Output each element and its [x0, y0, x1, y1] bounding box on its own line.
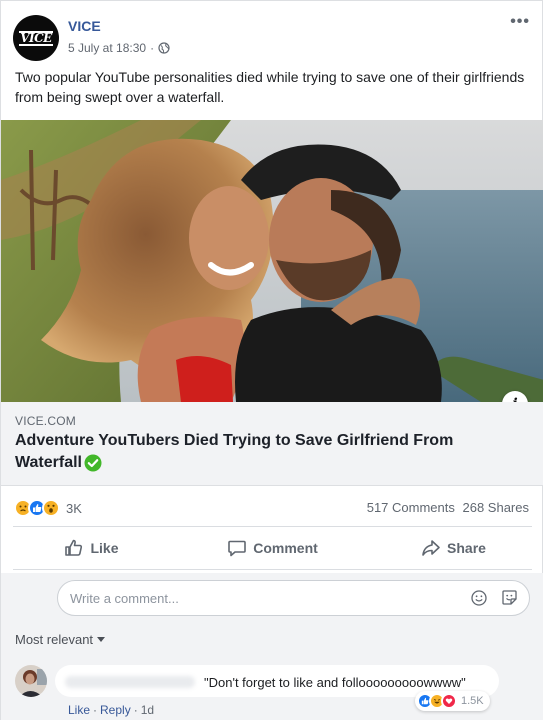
comment-actions: Like · Reply · 1d [68, 703, 154, 717]
link-preview-image[interactable] [1, 120, 543, 402]
separator-dot: · [133, 703, 138, 717]
engagement-stats: 517 Comments 268 Shares [363, 500, 529, 515]
current-user-avatar[interactable] [15, 588, 47, 620]
comment-button[interactable]: Comment [182, 533, 363, 563]
page-name-link[interactable]: VICE [68, 18, 101, 34]
link-domain: VICE.COM [15, 414, 76, 428]
thumbs-up-icon [65, 539, 83, 556]
emoji-icon[interactable] [471, 590, 487, 606]
verified-check-icon [84, 454, 102, 472]
post-timestamp[interactable]: 5 July at 18:30 [68, 41, 146, 55]
like-label: Like [90, 540, 119, 556]
comment-like-link[interactable]: Like [68, 703, 90, 717]
post-card: VICE VICE 5 July at 18:30 · ••• Two popu… [0, 0, 543, 720]
caret-down-icon [97, 637, 106, 642]
meta-separator: · [150, 41, 155, 55]
link-preview[interactable]: VICE.COM Adventure YouTubers Died Trying… [1, 402, 543, 486]
love-reaction-icon [441, 693, 457, 709]
sticker-icon[interactable] [501, 589, 518, 606]
comment-bubble-icon [228, 540, 247, 557]
commenter-avatar[interactable] [15, 665, 47, 697]
shares-count-link[interactable]: 268 Shares [463, 500, 530, 515]
divider [13, 569, 532, 570]
couple-photo [1, 120, 543, 402]
more-options-icon[interactable]: ••• [510, 13, 530, 31]
globe-icon[interactable] [158, 42, 170, 54]
comment-label: Comment [253, 540, 318, 556]
like-button[interactable]: Like [1, 533, 182, 563]
post-text: Two popular YouTube personalities died w… [15, 69, 525, 105]
comment-sort-dropdown[interactable]: Most relevant [15, 632, 106, 647]
commenter-name-redacted [65, 676, 195, 688]
page-avatar[interactable]: VICE [13, 15, 59, 61]
vice-logo: VICE [19, 30, 53, 46]
wow-reaction-icon [42, 499, 60, 517]
link-title[interactable]: Adventure YouTubers Died Trying to Save … [15, 430, 515, 474]
divider [13, 526, 532, 527]
comment-time[interactable]: 1d [141, 703, 154, 717]
comments-count-link[interactable]: 517 Comments [367, 500, 455, 515]
share-button[interactable]: Share [363, 533, 543, 563]
comment-reaction-count: 1.5K [461, 695, 484, 707]
comment-reactions[interactable]: 1.5K [415, 691, 490, 711]
comment-reply-link[interactable]: Reply [100, 703, 131, 717]
sort-label: Most relevant [15, 632, 94, 647]
post-meta: 5 July at 18:30 · [68, 41, 170, 55]
share-label: Share [447, 540, 486, 556]
comment-input[interactable] [57, 580, 530, 616]
comment-text: "Don't forget to like and follooooooooow… [204, 675, 466, 690]
post-actions: Like Comment Share [1, 533, 543, 563]
share-arrow-icon [422, 540, 440, 556]
reaction-count: 3K [66, 500, 82, 516]
reaction-summary[interactable]: 3K [14, 499, 82, 517]
separator-dot: · [93, 703, 98, 717]
link-title-text: Adventure YouTubers Died Trying to Save … [15, 432, 454, 471]
